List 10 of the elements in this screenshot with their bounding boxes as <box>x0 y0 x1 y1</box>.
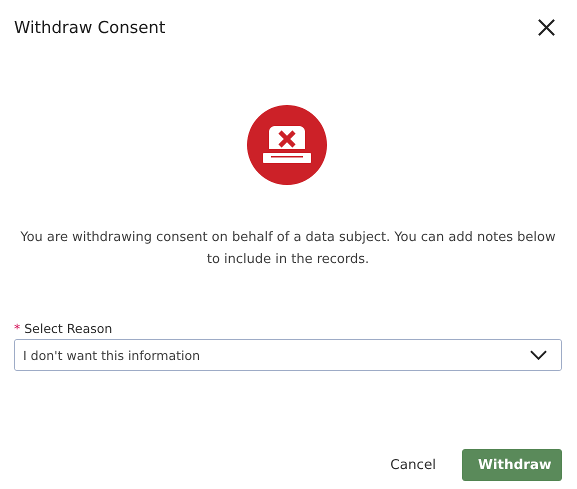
withdraw-button[interactable]: Withdraw <box>462 449 562 481</box>
reason-dropdown[interactable]: I don't want this information <box>14 339 562 371</box>
cancel-button[interactable]: Cancel <box>380 449 446 481</box>
chevron-down-icon <box>530 350 547 360</box>
required-marker: * <box>14 321 20 336</box>
close-icon[interactable] <box>537 18 556 36</box>
message-text: You are withdrawing consent on behalf of a data subject. You can add notes below to include in the records. <box>19 229 557 269</box>
terminal-error-icon <box>247 105 327 185</box>
dialog-title: Withdraw Consent <box>14 18 166 36</box>
field-label: Select Reason <box>24 321 112 336</box>
